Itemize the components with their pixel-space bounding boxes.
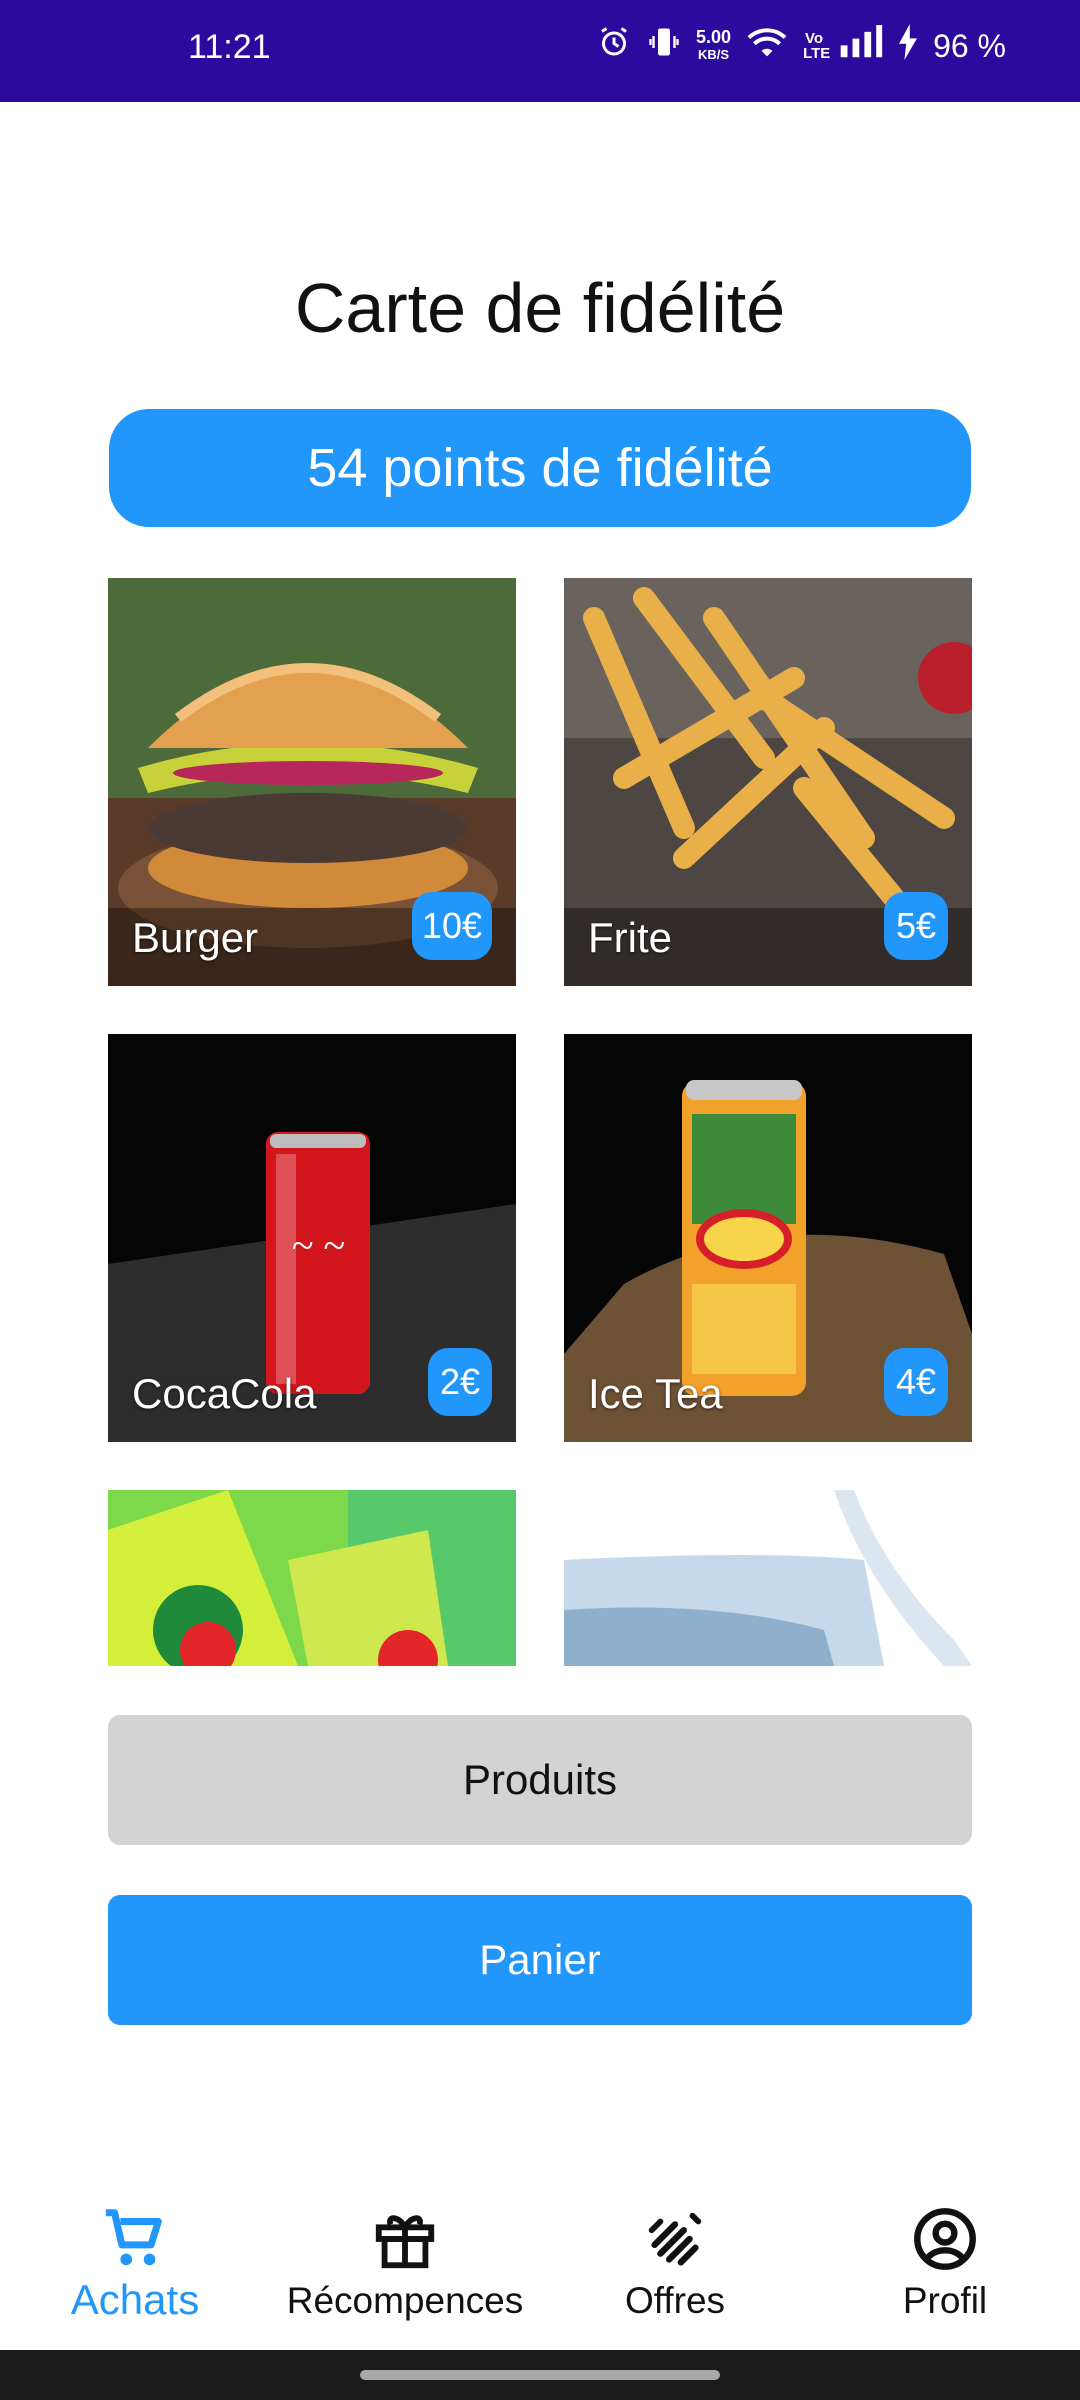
nav-item-recompences[interactable]: Récompences [270,2190,540,2350]
vibrate-icon [646,24,682,68]
signal-icon [839,25,883,67]
volte-icon: Vo LTE [803,30,831,62]
battery-charging-icon [897,24,919,68]
svg-text:~ ~: ~ ~ [291,1223,345,1268]
nav-label: Récompences [286,2280,524,2321]
water-image [564,1490,972,1666]
status-time: 11:21 [188,28,271,66]
bottom-navigation: Achats Récompences Offres Profil [0,2190,1080,2350]
product-card-icetea[interactable]: Ice Tea 4€ [564,1034,972,1442]
battery-level: 96 % [933,27,1006,64]
product-price: 10€ [411,892,492,960]
nav-label: Offres [624,2280,726,2321]
product-price: 4€ [884,1348,948,1416]
nav-item-offres[interactable]: Offres [540,2190,810,2350]
gift-icon [375,2215,435,2269]
cart-icon [105,2209,162,2266]
home-indicator[interactable] [360,2370,720,2380]
products-button[interactable]: Produits [108,1715,972,1845]
nav-label: Profil [902,2280,988,2321]
nav-item-profil[interactable]: Profil [810,2190,1080,2350]
loyalty-points-badge: 54 points de fidélité [109,409,971,527]
profile-icon [914,2208,976,2270]
network-speed: 5.00 KB/S [696,27,732,62]
product-price: 5€ [884,892,948,960]
product-card-7up[interactable] [108,1490,516,1666]
product-card-water[interactable] [564,1490,972,1666]
product-name: Burger [132,914,259,961]
product-name: Frite [588,914,672,961]
page-title: Carte de fidélité [294,269,786,347]
seven-up-image [108,1490,516,1666]
product-name: CocaCola [132,1370,317,1417]
cart-button[interactable]: Panier [108,1895,972,2025]
nav-item-achats[interactable]: Achats [0,2190,270,2350]
product-card-frite[interactable]: Frite 5€ [564,578,972,986]
gesture-bar [0,2350,1080,2400]
offers-icon [648,2212,702,2266]
status-icons: 5.00 KB/S Vo LTE 96 % [596,24,1006,68]
wifi-icon [745,24,789,68]
product-price: 2€ [428,1348,492,1416]
nav-label: Achats [70,2276,200,2323]
alarm-icon [596,24,632,68]
product-card-burger[interactable]: Burger 10€ [108,578,516,986]
product-card-cocacola[interactable]: ~ ~ CocaCola 2€ [108,1034,516,1442]
status-bar: 11:21 5.00 KB/S Vo LTE 96 % [0,0,1080,102]
product-name: Ice Tea [588,1370,723,1417]
